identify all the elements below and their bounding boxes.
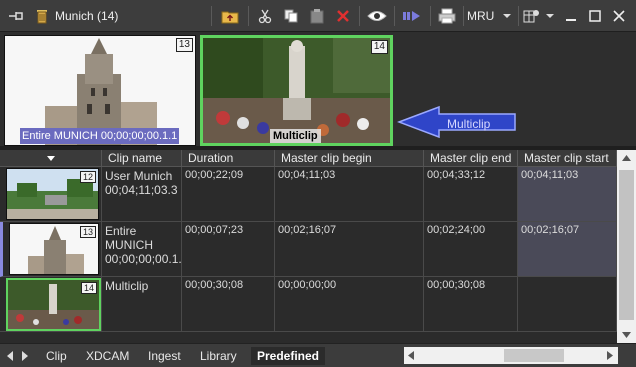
scroll-right-icon[interactable] xyxy=(607,351,613,360)
table-row[interactable]: 14 Multiclip 00;00;30;08 00;00;00;00 00;… xyxy=(0,277,617,332)
table-row[interactable]: 12 User Munich 00;04;11;03.3 00;00;22;09… xyxy=(0,167,617,222)
toolbar: Munich (14) MRU xyxy=(0,0,636,32)
toolbar-separator xyxy=(394,6,395,26)
view-options-dropdown[interactable] xyxy=(522,5,556,27)
minimize-button[interactable] xyxy=(561,5,581,27)
column-header-duration[interactable]: Duration xyxy=(182,150,275,167)
clip-caption: Entire MUNICH 00;00;00;00.1.1 xyxy=(20,128,179,144)
cell-duration: 00;00;30;08 xyxy=(182,277,275,332)
row-thumbnail-cell: 14 xyxy=(0,277,102,332)
clip-count-badge: 14 xyxy=(370,40,388,54)
bottom-tab-bar: Clip XDCAM Ingest Library Predefined xyxy=(0,343,636,367)
tab-scroll-left-icon[interactable] xyxy=(5,350,15,362)
delete-icon[interactable] xyxy=(332,5,354,27)
tab-xdcam[interactable]: XDCAM xyxy=(86,347,129,365)
grid-settings-icon xyxy=(523,10,539,23)
column-header-master-clip-begin[interactable]: Master clip begin xyxy=(275,150,424,167)
clip-count-badge: 13 xyxy=(79,226,96,238)
chevron-down-icon xyxy=(546,14,554,18)
column-header-master-clip-end[interactable]: Master clip end xyxy=(424,150,518,167)
tab-library[interactable]: Library xyxy=(200,347,237,365)
table-row[interactable]: 13 Entire MUNICH 00;00;00;00.1.1 00;00;0… xyxy=(0,222,617,277)
mru-dropdown[interactable]: MRU xyxy=(467,5,515,27)
close-button[interactable] xyxy=(609,5,629,27)
cell-master-clip-start: 00;02;16;07 xyxy=(518,222,617,277)
trash-bin-icon xyxy=(34,5,50,27)
cell-master-clip-end: 00;02;24;00 xyxy=(424,222,518,277)
horizontal-scroll-thumb[interactable] xyxy=(504,349,564,362)
toolbar-separator xyxy=(359,6,360,26)
cell-master-clip-end: 00;04;33;12 xyxy=(424,167,518,222)
horizontal-scrollbar[interactable] xyxy=(404,347,618,364)
maximize-icon xyxy=(589,10,601,22)
row-thumbnail-cell: 13 xyxy=(0,222,102,277)
cell-clip-name: Multiclip xyxy=(102,277,182,332)
scroll-up-icon[interactable] xyxy=(622,155,631,161)
minimize-icon xyxy=(566,19,576,21)
clip-count-badge: 12 xyxy=(79,171,96,183)
toolbar-separator xyxy=(518,6,519,26)
cell-master-clip-end: 00;00;30;08 xyxy=(424,277,518,332)
eye-icon[interactable] xyxy=(365,5,389,27)
sort-column-header[interactable] xyxy=(0,150,102,167)
maximize-button[interactable] xyxy=(585,5,605,27)
paste-icon[interactable] xyxy=(306,5,328,27)
sort-down-icon xyxy=(46,156,55,161)
tab-clip[interactable]: Clip xyxy=(46,347,67,365)
tab-ingest[interactable]: Ingest xyxy=(148,347,181,365)
row-thumbnail-cell: 12 xyxy=(0,167,102,222)
cell-master-clip-begin: 00;02;16;07 xyxy=(275,222,424,277)
scroll-left-icon[interactable] xyxy=(408,351,414,360)
cell-duration: 00;00;07;23 xyxy=(182,222,275,277)
clip-count-badge: 13 xyxy=(175,38,193,52)
column-header-clip-name[interactable]: Clip name xyxy=(102,150,182,167)
close-icon xyxy=(613,10,625,22)
scroll-down-icon[interactable] xyxy=(622,332,631,338)
cell-master-clip-begin: 00;04;11;03 xyxy=(275,167,424,222)
clip-table: Clip name Duration Master clip begin Mas… xyxy=(0,150,617,343)
tab-scroll-right-icon[interactable] xyxy=(20,350,30,362)
statue-crowd-image xyxy=(203,38,390,143)
toolbar-separator xyxy=(463,6,464,26)
print-icon[interactable] xyxy=(436,5,458,27)
cell-clip-name: User Munich 00;04;11;03.3 xyxy=(102,167,182,222)
mru-label: MRU xyxy=(467,9,495,23)
toolbar-separator xyxy=(211,6,212,26)
cell-master-clip-start: 00;04;11;03 xyxy=(518,167,617,222)
cut-icon[interactable] xyxy=(254,5,276,27)
vertical-scroll-thumb[interactable] xyxy=(619,170,634,320)
tab-predefined[interactable]: Predefined xyxy=(251,347,326,365)
cell-clip-name: Entire MUNICH 00;00;00;00.1.1 xyxy=(102,222,182,277)
clip-caption: Multiclip xyxy=(270,129,321,143)
column-header-master-clip-start[interactable]: Master clip start xyxy=(518,150,617,167)
clip-count-badge: 14 xyxy=(80,282,97,294)
toolbar-separator xyxy=(248,6,249,26)
clip-thumbnail-strip: 13 Entire MUNICH 00;00;00;00.1.1 14 Mult… xyxy=(0,32,636,146)
vertical-scrollbar[interactable] xyxy=(617,150,636,343)
chevron-down-icon xyxy=(503,14,512,18)
cell-duration: 00;00;22;09 xyxy=(182,167,275,222)
folder-up-icon[interactable] xyxy=(219,5,241,27)
toolbar-separator xyxy=(430,6,431,26)
window-title: Munich (14) xyxy=(55,9,119,23)
play-sequence-icon[interactable] xyxy=(400,5,424,27)
copy-icon[interactable] xyxy=(280,5,302,27)
cell-master-clip-start xyxy=(518,277,617,332)
pin-icon[interactable] xyxy=(6,5,28,27)
cell-master-clip-begin: 00;00;00;00 xyxy=(275,277,424,332)
callout-label: Multiclip xyxy=(447,117,491,131)
